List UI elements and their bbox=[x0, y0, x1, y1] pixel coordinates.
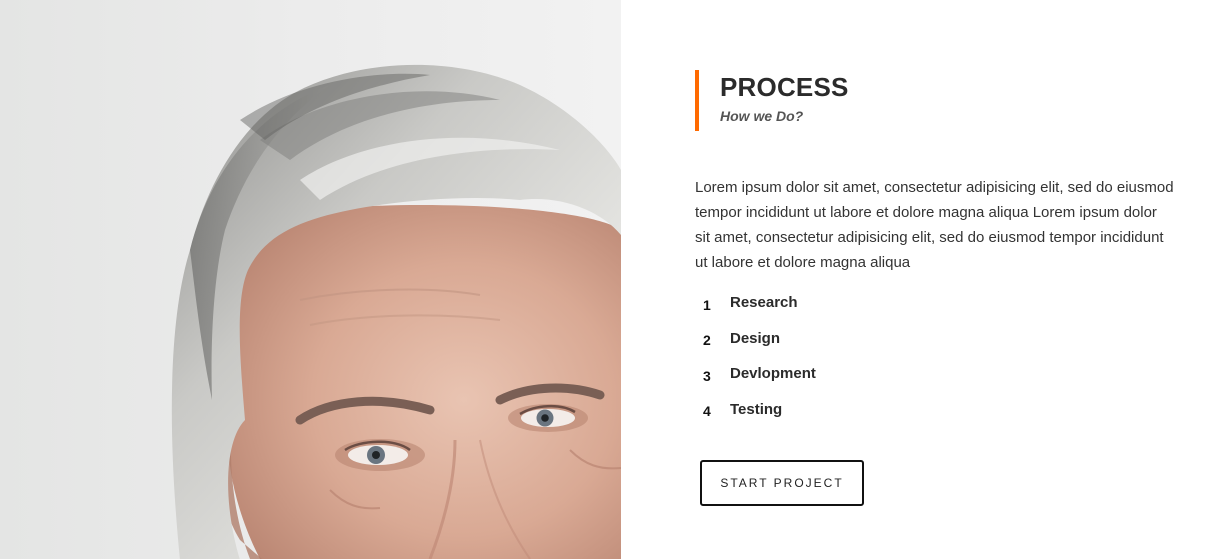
process-step: 1 Research bbox=[695, 285, 1175, 321]
process-step: 3 Devlopment bbox=[695, 356, 1175, 392]
step-label: Research bbox=[730, 294, 798, 312]
section-title: PROCESS bbox=[720, 72, 849, 102]
portrait-illustration bbox=[0, 0, 621, 559]
heading-accent-bar bbox=[695, 70, 699, 131]
start-project-button[interactable]: START PROJECT bbox=[700, 460, 864, 506]
step-number: 1 bbox=[703, 296, 711, 313]
step-number: 3 bbox=[703, 367, 711, 384]
section-subtitle: How we Do? bbox=[720, 108, 804, 124]
process-step: 2 Design bbox=[695, 321, 1175, 357]
step-label: Devlopment bbox=[730, 365, 816, 383]
portrait-photo bbox=[0, 0, 621, 559]
process-steps-list: 1 Research 2 Design 3 Devlopment 4 Testi… bbox=[695, 285, 1175, 427]
step-label: Design bbox=[730, 329, 781, 347]
section-description: Lorem ipsum dolor sit amet, consectetur … bbox=[695, 179, 1174, 271]
process-section: PROCESS How we Do? Lorem ipsum dolor sit… bbox=[695, 70, 1175, 506]
step-label: Testing bbox=[730, 400, 783, 418]
section-heading: PROCESS How we Do? bbox=[695, 70, 1175, 131]
process-step: 4 Testing bbox=[695, 392, 1175, 428]
step-number: 2 bbox=[703, 332, 711, 349]
step-number: 4 bbox=[703, 403, 711, 420]
